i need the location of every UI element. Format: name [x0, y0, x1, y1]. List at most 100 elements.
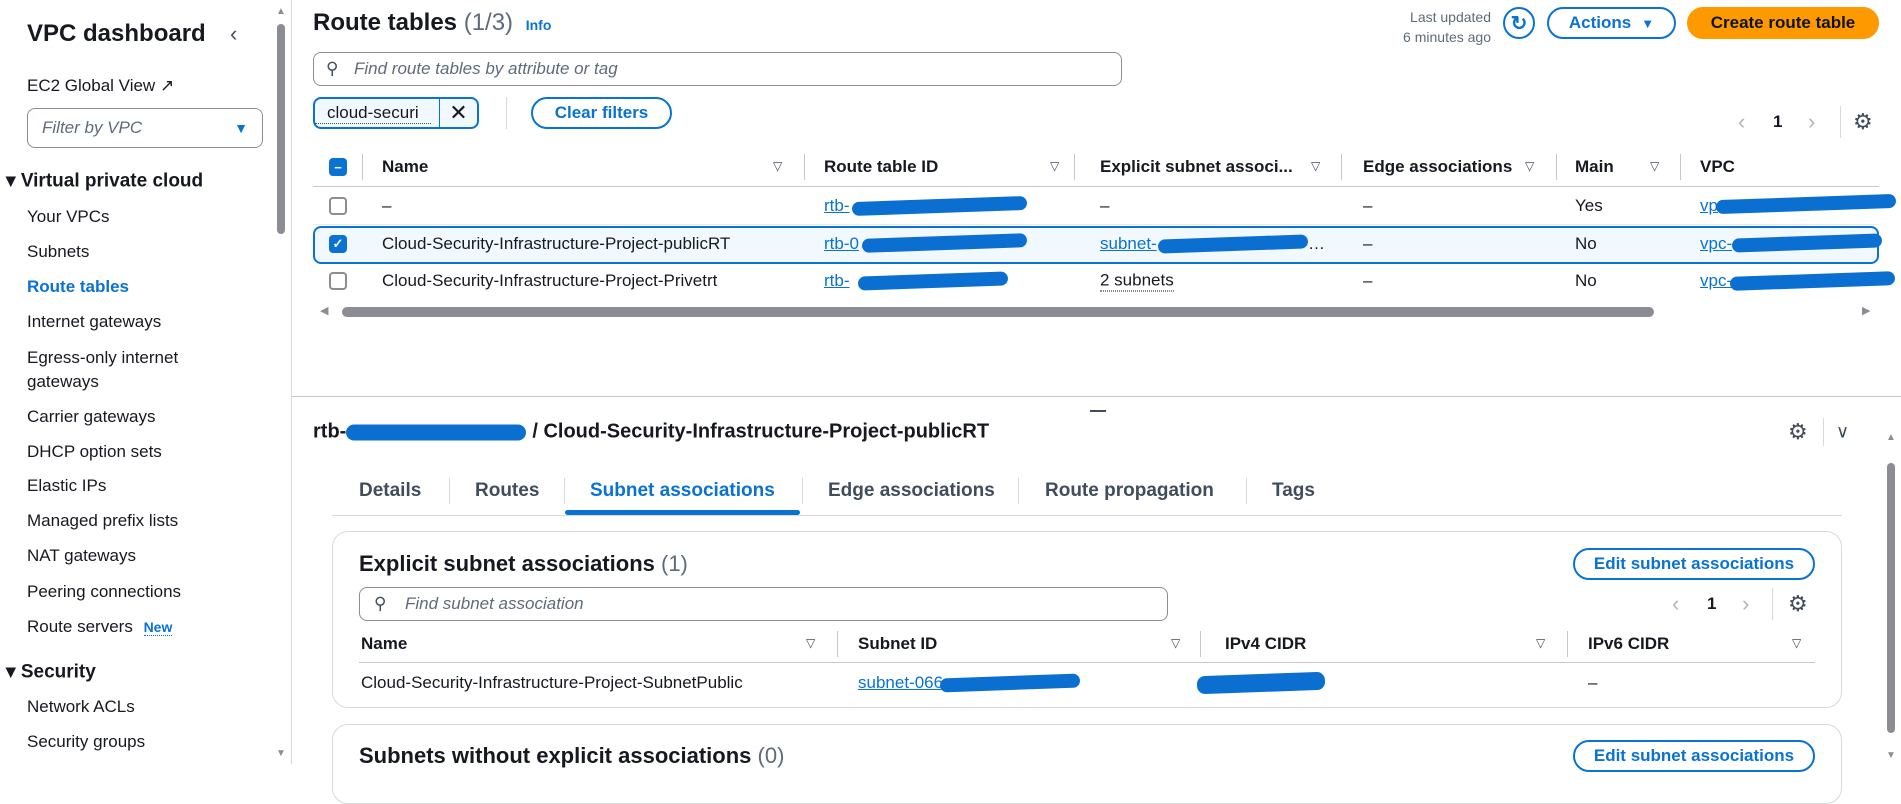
tab-details[interactable]: Details	[359, 480, 421, 502]
subnets-count[interactable]: 2 subnets	[1100, 271, 1174, 292]
sidebar-item-elastic-ips[interactable]: Elastic IPs	[27, 476, 106, 496]
sidebar-item-egress-only-2[interactable]: gateways	[27, 372, 99, 392]
sort-icon[interactable]: ▽	[1050, 159, 1059, 173]
sidebar-item-your-vpcs[interactable]: Your VPCs	[27, 207, 110, 227]
scroll-up-icon[interactable]: ▲	[276, 6, 286, 17]
row-checkbox[interactable]	[329, 197, 347, 215]
info-link[interactable]: Info	[526, 17, 552, 33]
divider	[1823, 418, 1824, 446]
sidebar-scrollbar-thumb[interactable]	[277, 24, 285, 234]
scroll-right-icon[interactable]: ▶	[1862, 304, 1870, 317]
sort-icon[interactable]: ▽	[806, 636, 815, 650]
divider	[1772, 588, 1773, 620]
sort-icon[interactable]: ▽	[1792, 636, 1801, 650]
sort-icon[interactable]: ▽	[1171, 636, 1180, 650]
select-all-checkbox[interactable]: −	[329, 158, 347, 176]
col-main[interactable]: Main	[1575, 157, 1614, 177]
sidebar-item-carrier-gateways[interactable]: Carrier gateways	[27, 407, 156, 427]
col-name[interactable]: Name	[382, 157, 428, 177]
col-vpc[interactable]: VPC	[1700, 157, 1735, 177]
route-table-id-link[interactable]: rtb-0	[824, 234, 859, 254]
preferences-gear-icon[interactable]: ⚙	[1788, 591, 1808, 617]
edit-subnet-associations-button[interactable]: Edit subnet associations	[1573, 548, 1815, 580]
vpc-link[interactable]: vpc-	[1700, 271, 1732, 291]
last-updated-time: 6 minutes ago	[1403, 29, 1491, 45]
row-checkbox-checked[interactable]: ✓	[329, 235, 347, 253]
col-ipv4-cidr[interactable]: IPv4 CIDR	[1225, 634, 1306, 654]
sidebar-item-nat-gateways[interactable]: NAT gateways	[27, 546, 136, 566]
sidebar-item-peering[interactable]: Peering connections	[27, 582, 181, 602]
tab-edge-associations[interactable]: Edge associations	[828, 480, 995, 502]
route-table-search-input[interactable]: ⚲ Find route tables by attribute or tag	[313, 52, 1122, 86]
page-number[interactable]: 1	[1707, 594, 1716, 614]
sidebar: VPC dashboard ‹ EC2 Global View ↗ Filter…	[0, 0, 292, 764]
vpc-filter-select[interactable]: Filter by VPC ▼	[27, 108, 263, 148]
scroll-down-icon[interactable]: ▼	[1886, 750, 1896, 761]
col-ipv6-cidr[interactable]: IPv6 CIDR	[1588, 634, 1669, 654]
scroll-left-icon[interactable]: ◀	[320, 304, 328, 317]
sidebar-item-subnets[interactable]: Subnets	[27, 242, 89, 262]
sidebar-item-network-acls[interactable]: Network ACLs	[27, 697, 135, 717]
sidebar-item-ec2-global-view[interactable]: EC2 Global View ↗	[27, 76, 174, 96]
detail-scrollbar-thumb[interactable]	[1887, 463, 1895, 733]
edit-subnet-associations-button-2[interactable]: Edit subnet associations	[1573, 740, 1815, 772]
sidebar-item-route-tables[interactable]: Route tables	[27, 277, 129, 297]
collapse-sidebar-icon[interactable]: ‹	[230, 21, 237, 47]
actions-button[interactable]: Actions ▼	[1547, 7, 1676, 39]
detail-title: rtb- / Cloud-Security-Infrastructure-Proj…	[313, 421, 989, 444]
sidebar-item-route-servers[interactable]: Route servers New	[27, 617, 173, 637]
prev-page-icon[interactable]: ‹	[1672, 591, 1679, 617]
sidebar-section-vpc[interactable]: ▾ Virtual private cloud	[6, 170, 203, 193]
subnet-id-link[interactable]: subnet-066	[858, 673, 943, 693]
explicit-subnet-link[interactable]: subnet-	[1100, 234, 1157, 254]
sort-icon[interactable]: ▽	[1650, 159, 1659, 173]
remove-filter-icon[interactable]: ✕	[439, 99, 477, 127]
divider	[506, 97, 507, 129]
sidebar-item-egress-only[interactable]: Egress-only internet	[27, 348, 178, 368]
vpc-link[interactable]: vpc-	[1700, 234, 1732, 254]
refresh-icon[interactable]: ↻	[1503, 7, 1535, 39]
col-subnet-id[interactable]: Subnet ID	[858, 634, 937, 654]
col-edge-associations[interactable]: Edge associations	[1363, 157, 1512, 177]
page-number[interactable]: 1	[1773, 112, 1782, 132]
sort-icon[interactable]: ▽	[773, 159, 782, 173]
sidebar-item-dhcp[interactable]: DHCP option sets	[27, 442, 162, 462]
filter-token-label: cloud-securi	[315, 103, 431, 124]
new-badge: New	[143, 619, 173, 636]
subnet-association-search-input[interactable]: ⚲ Find subnet association	[359, 587, 1168, 621]
detail-gear-icon[interactable]: ⚙	[1788, 419, 1808, 445]
scroll-down-icon[interactable]: ▼	[276, 748, 286, 759]
col-name[interactable]: Name	[361, 634, 407, 654]
scroll-up-icon[interactable]: ▲	[1886, 432, 1896, 443]
sort-icon[interactable]: ▽	[1536, 636, 1545, 650]
next-page-icon[interactable]: ›	[1742, 591, 1749, 617]
sidebar-item-security-groups[interactable]: Security groups	[27, 732, 145, 752]
page-title-text: Route tables	[313, 9, 458, 36]
create-route-table-button[interactable]: Create route table	[1687, 7, 1879, 39]
split-panel-divider[interactable]	[292, 396, 1901, 397]
route-table-id-link[interactable]: rtb-	[824, 271, 850, 291]
resize-handle[interactable]	[1090, 410, 1106, 412]
preferences-gear-icon[interactable]: ⚙	[1853, 109, 1873, 135]
route-table-id-link[interactable]: rtb-	[824, 196, 850, 216]
tab-subnet-associations[interactable]: Subnet associations	[590, 480, 775, 502]
next-page-icon[interactable]: ›	[1808, 109, 1815, 135]
sidebar-section-security[interactable]: ▾ Security	[6, 661, 96, 684]
col-explicit-subnet[interactable]: Explicit subnet associ...	[1100, 157, 1293, 177]
col-route-table-id[interactable]: Route table ID	[824, 157, 938, 177]
sort-icon[interactable]: ▽	[1525, 159, 1534, 173]
prev-page-icon[interactable]: ‹	[1738, 109, 1745, 135]
tab-tags[interactable]: Tags	[1272, 480, 1315, 502]
tab-route-propagation[interactable]: Route propagation	[1045, 480, 1214, 502]
chevron-down-icon[interactable]: ∨	[1836, 422, 1849, 443]
sidebar-item-internet-gateways[interactable]: Internet gateways	[27, 312, 161, 332]
sort-icon[interactable]: ▽	[1311, 159, 1320, 173]
sidebar-item-prefix-lists[interactable]: Managed prefix lists	[27, 511, 178, 531]
clear-filters-button[interactable]: Clear filters	[531, 97, 672, 129]
tab-routes[interactable]: Routes	[475, 480, 539, 502]
horizontal-scrollbar-thumb[interactable]	[342, 307, 1654, 317]
redaction	[346, 424, 527, 441]
selection-count: (1/3)	[463, 9, 514, 36]
row-checkbox[interactable]	[329, 272, 347, 290]
table-row[interactable]	[313, 187, 1879, 225]
